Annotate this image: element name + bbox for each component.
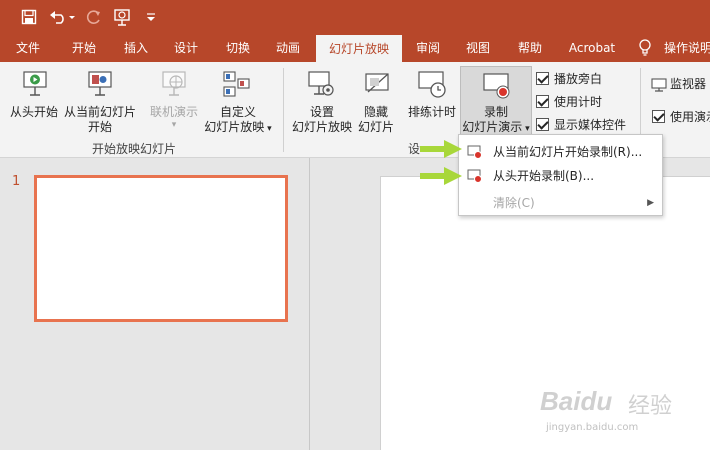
- start-group-label: 开始放映幻灯片: [92, 142, 177, 156]
- slide-thumbnail[interactable]: [34, 175, 288, 322]
- record-from-current-label: 从当前幻灯片开始录制(R)...: [493, 145, 643, 159]
- checkbox-checked-icon: [536, 72, 549, 85]
- record-slideshow-button[interactable]: 录制 幻灯片演示 ▾: [460, 66, 532, 136]
- record-label: 录制 幻灯片演示 ▾: [461, 105, 531, 137]
- tab-file[interactable]: 文件: [6, 34, 50, 62]
- tell-me-search[interactable]: 操作说明: [664, 34, 710, 62]
- use-timings-label: 使用计时: [554, 95, 603, 109]
- from-beginning-button[interactable]: 从头开始: [2, 105, 66, 120]
- tab-slideshow[interactable]: 幻灯片放映: [316, 35, 402, 62]
- watermark-brand: Baidu: [540, 386, 613, 416]
- play-narration-label: 播放旁白: [554, 72, 603, 86]
- monitor-icon: [651, 77, 667, 96]
- tab-view[interactable]: 视图: [456, 34, 500, 62]
- record-from-beginning-label: 从头开始录制(B)...: [493, 169, 595, 183]
- from-current-button[interactable]: 从当前幻灯片 开始: [60, 105, 140, 135]
- record-beginning-icon: [467, 168, 483, 192]
- save-icon[interactable]: [18, 6, 40, 28]
- checkbox-checked-icon: [652, 110, 665, 123]
- from-current-icon: [86, 70, 114, 101]
- record-label-1: 录制: [483, 105, 508, 119]
- setup-slideshow-icon: [306, 70, 336, 103]
- hide-slide-button[interactable]: 隐藏 幻灯片: [356, 105, 396, 135]
- tab-transitions[interactable]: 切换: [216, 34, 260, 62]
- record-icon: [481, 71, 513, 104]
- tab-acrobat[interactable]: Acrobat: [562, 34, 622, 62]
- from-beginning-icon: [21, 70, 49, 101]
- lightbulb-icon[interactable]: [636, 34, 654, 62]
- use-presenter-view-checkbox[interactable]: 使用演示: [652, 108, 710, 125]
- redo-icon[interactable]: [84, 6, 104, 28]
- from-current-label-1: 从当前幻灯片: [63, 105, 136, 119]
- rehearse-timings-icon: [416, 70, 448, 103]
- tab-review[interactable]: 审阅: [408, 34, 448, 62]
- customize-qat-icon[interactable]: [144, 6, 158, 28]
- use-presenter-view-label: 使用演示: [670, 110, 710, 124]
- tab-insert[interactable]: 插入: [114, 34, 158, 62]
- tab-help[interactable]: 帮助: [508, 34, 552, 62]
- submenu-arrow-icon: ▶: [647, 198, 654, 208]
- use-timings-checkbox[interactable]: 使用计时: [536, 93, 602, 110]
- clear-label: 清除(C): [493, 196, 535, 210]
- present-from-start-icon[interactable]: [112, 6, 134, 28]
- group-separator: [283, 68, 284, 152]
- hide-slide-icon: [362, 70, 392, 103]
- custom-slideshow-label-1: 自定义: [219, 105, 256, 119]
- rehearse-timings-button[interactable]: 排练计时: [402, 105, 462, 120]
- checkbox-checked-icon: [536, 118, 549, 131]
- setup-slideshow-button[interactable]: 设置 幻灯片放映: [288, 105, 356, 135]
- clear-item[interactable]: 清除(C) ▶: [459, 191, 662, 215]
- custom-slideshow-label-2: 幻灯片放映 ▾: [204, 120, 272, 134]
- watermark-suffix: 经验: [628, 394, 673, 419]
- ribbon-tabs: 文件 开始 插入 设计 切换 动画 幻灯片放映 审阅 视图 帮助 Acrobat…: [0, 34, 710, 62]
- pointer-arrow-icon: [418, 138, 464, 163]
- monitor-dropdown[interactable]: 监视器: [670, 77, 706, 92]
- tab-design[interactable]: 设计: [164, 34, 208, 62]
- record-from-current-item[interactable]: 从当前幻灯片开始录制(R)...: [459, 140, 662, 164]
- record-dropdown-menu: 从当前幻灯片开始录制(R)... 从头开始录制(B)... 清除(C) ▶: [458, 134, 663, 216]
- play-narration-checkbox[interactable]: 播放旁白: [536, 70, 602, 87]
- tab-home[interactable]: 开始: [62, 34, 106, 62]
- title-bar: [0, 0, 710, 34]
- undo-icon[interactable]: [48, 6, 76, 28]
- online-present-icon: [160, 70, 188, 101]
- hide-slide-label-1: 隐藏: [363, 105, 388, 119]
- pointer-arrow-icon: [418, 165, 464, 190]
- watermark-url: jingyan.baidu.com: [546, 422, 639, 433]
- setup-slideshow-label-1: 设置: [309, 105, 334, 119]
- record-from-beginning-item[interactable]: 从头开始录制(B)...: [459, 164, 662, 188]
- custom-slideshow-icon: [222, 70, 252, 103]
- slide-number: 1: [12, 174, 21, 189]
- from-current-label-2: 开始: [87, 120, 112, 134]
- tab-animations[interactable]: 动画: [266, 34, 310, 62]
- checkbox-checked-icon: [536, 95, 549, 108]
- baidu-jingyan-watermark: Baidu 经验 jingyan.baidu.com: [540, 380, 710, 442]
- hide-slide-label-2: 幻灯片: [357, 120, 394, 134]
- show-media-controls-label: 显示媒体控件: [554, 118, 627, 132]
- setup-slideshow-label-2: 幻灯片放映: [291, 120, 352, 134]
- show-media-controls-checkbox[interactable]: 显示媒体控件: [536, 116, 626, 133]
- custom-slideshow-button[interactable]: 自定义 幻灯片放映 ▾: [196, 105, 280, 137]
